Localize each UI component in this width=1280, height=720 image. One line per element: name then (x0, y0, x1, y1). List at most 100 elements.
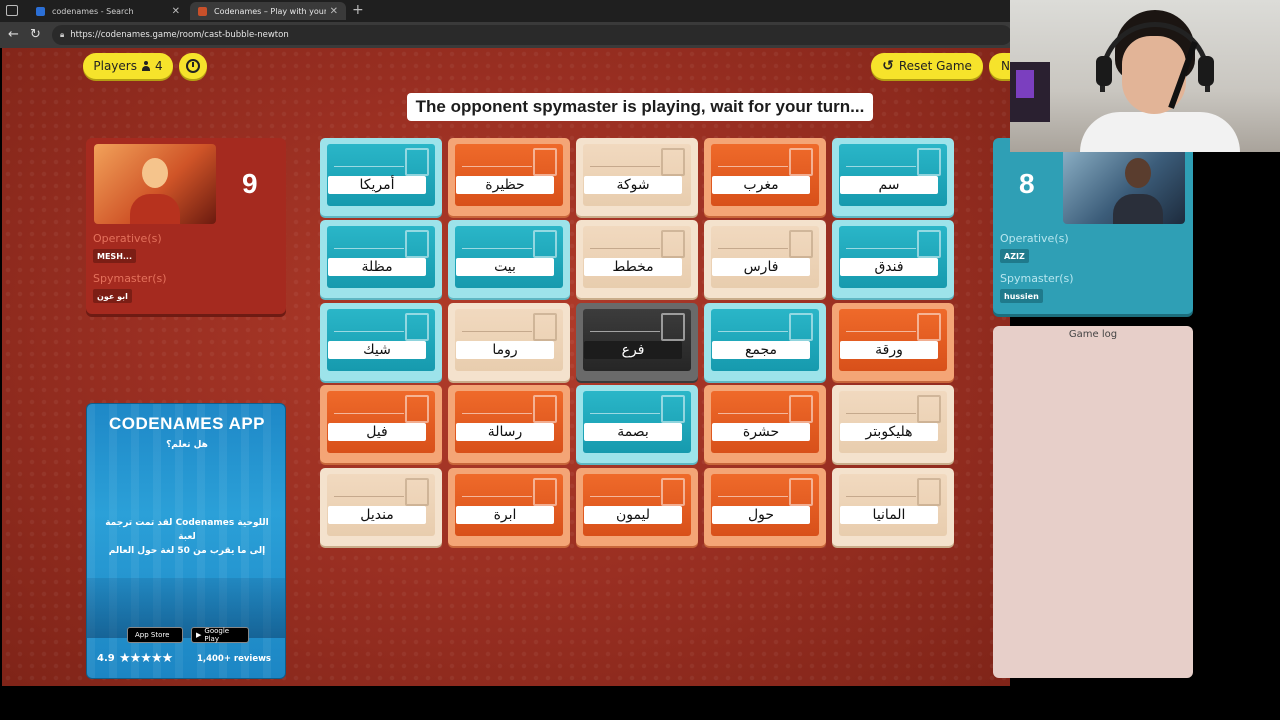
word-card[interactable]: مغرب (704, 138, 826, 216)
word-card[interactable]: بيت (448, 220, 570, 298)
tab-search[interactable]: codenames - Search ✕ (28, 2, 188, 20)
card-word: مخطط (584, 258, 682, 276)
word-card[interactable]: رسالة (448, 385, 570, 463)
word-card[interactable]: مخطط (576, 220, 698, 298)
app-ad-desc-line: إلى ما يقرب من 50 لغة حول العالم (108, 546, 266, 556)
tab-actions-icon[interactable] (6, 5, 18, 16)
card-face (711, 474, 819, 536)
word-card[interactable]: حظيرة (448, 138, 570, 216)
players-button[interactable]: Players 4 (83, 53, 173, 79)
timer-button[interactable] (179, 53, 207, 79)
card-divider (718, 331, 788, 332)
tab-codenames[interactable]: Codenames – Play with your Friends ✕ (190, 2, 346, 20)
ad-bar-counter (87, 578, 285, 638)
word-card[interactable]: المانيا (832, 468, 954, 546)
word-card[interactable]: فرع (576, 303, 698, 381)
word-card[interactable]: بصمة (576, 385, 698, 463)
word-card[interactable]: سم (832, 138, 954, 216)
word-card[interactable]: منديل (320, 468, 442, 546)
card-word: فارس (712, 258, 810, 276)
card-word: مغرب (712, 176, 810, 194)
agent-silhouette-icon (789, 313, 813, 341)
red-spymasters-label: Spymaster(s) (93, 272, 167, 285)
webcam-overlay (1010, 0, 1280, 152)
agent-silhouette-icon (661, 478, 685, 506)
blue-score: 8 (1019, 168, 1035, 199)
card-face (839, 391, 947, 453)
card-divider (590, 166, 660, 167)
card-face (711, 144, 819, 206)
word-card[interactable]: ورقة (832, 303, 954, 381)
agent-silhouette-icon (917, 148, 941, 176)
new-tab-icon[interactable]: + (352, 2, 364, 18)
reset-label: Reset Game (898, 59, 972, 73)
card-word: رسالة (456, 423, 554, 441)
agent-silhouette-icon (789, 148, 813, 176)
card-divider (462, 166, 532, 167)
word-card[interactable]: مجمع (704, 303, 826, 381)
word-card[interactable]: ليمون (576, 468, 698, 546)
next-label: N (1001, 59, 1010, 73)
agent-silhouette-icon (661, 230, 685, 258)
google-play-label: Google Play (204, 627, 230, 643)
card-face (839, 474, 947, 536)
word-card[interactable]: فارس (704, 220, 826, 298)
headset-band (1100, 22, 1210, 92)
word-card[interactable]: روما (448, 303, 570, 381)
back-arrow-icon[interactable]: ← (8, 27, 19, 42)
card-divider (718, 413, 788, 414)
players-label: Players (93, 59, 137, 73)
red-score: 9 (242, 168, 258, 199)
card-word: ابرة (456, 506, 554, 524)
card-face (583, 391, 691, 453)
agent-silhouette-icon (405, 148, 429, 176)
close-tab-icon[interactable]: ✕ (330, 6, 338, 17)
card-face (583, 144, 691, 206)
red-operative-chip[interactable]: MESH... (93, 249, 136, 263)
word-card[interactable]: مظلة (320, 220, 442, 298)
headset-cup-left (1096, 56, 1112, 86)
app-ad-banner[interactable]: CODENAMES APP هل تعلم؟ اللوحية Codenames… (86, 403, 286, 679)
webcam-background-object (1016, 70, 1034, 98)
card-divider (590, 413, 660, 414)
card-divider (718, 166, 788, 167)
red-team-portrait (94, 144, 216, 224)
card-divider (846, 248, 916, 249)
word-card[interactable]: حول (704, 468, 826, 546)
card-face (583, 474, 691, 536)
card-word: أمريكا (328, 176, 426, 194)
google-play-button[interactable]: ▶ Google Play (191, 627, 249, 643)
portrait-face (1125, 158, 1151, 188)
word-card[interactable]: شوكة (576, 138, 698, 216)
portrait-body (1113, 194, 1163, 224)
word-card[interactable]: حشرة (704, 385, 826, 463)
card-word: بيت (456, 258, 554, 276)
word-card[interactable]: هليكوبتر (832, 385, 954, 463)
card-divider (334, 166, 404, 167)
blue-operative-chip[interactable]: AZIZ (1000, 249, 1029, 263)
agent-silhouette-icon (917, 230, 941, 258)
url-field[interactable]: 🔒︎ https://codenames.game/room/cast-bubb… (52, 25, 1012, 45)
card-face (711, 226, 819, 288)
reset-game-button[interactable]: ↺ Reset Game (871, 53, 983, 79)
card-face (455, 474, 563, 536)
card-word: مظلة (328, 258, 426, 276)
word-card[interactable]: فندق (832, 220, 954, 298)
word-card[interactable]: ابرة (448, 468, 570, 546)
card-face (455, 309, 563, 371)
word-card[interactable]: فيل (320, 385, 442, 463)
agent-silhouette-icon (789, 395, 813, 423)
card-divider (590, 331, 660, 332)
reload-icon[interactable]: ↻ (30, 27, 41, 42)
word-card[interactable]: شيك (320, 303, 442, 381)
blue-spymasters-label: Spymaster(s) (1000, 272, 1074, 285)
game-log-title: Game log (1068, 329, 1118, 340)
app-store-button[interactable]: App Store (127, 627, 183, 643)
word-card[interactable]: أمريكا (320, 138, 442, 216)
card-face (711, 309, 819, 371)
red-spymaster-chip[interactable]: ابو عون (93, 289, 132, 303)
agent-silhouette-icon (405, 478, 429, 506)
agent-silhouette-icon (917, 313, 941, 341)
close-tab-icon[interactable]: ✕ (172, 6, 180, 17)
blue-spymaster-chip[interactable]: hussien (1000, 289, 1043, 303)
